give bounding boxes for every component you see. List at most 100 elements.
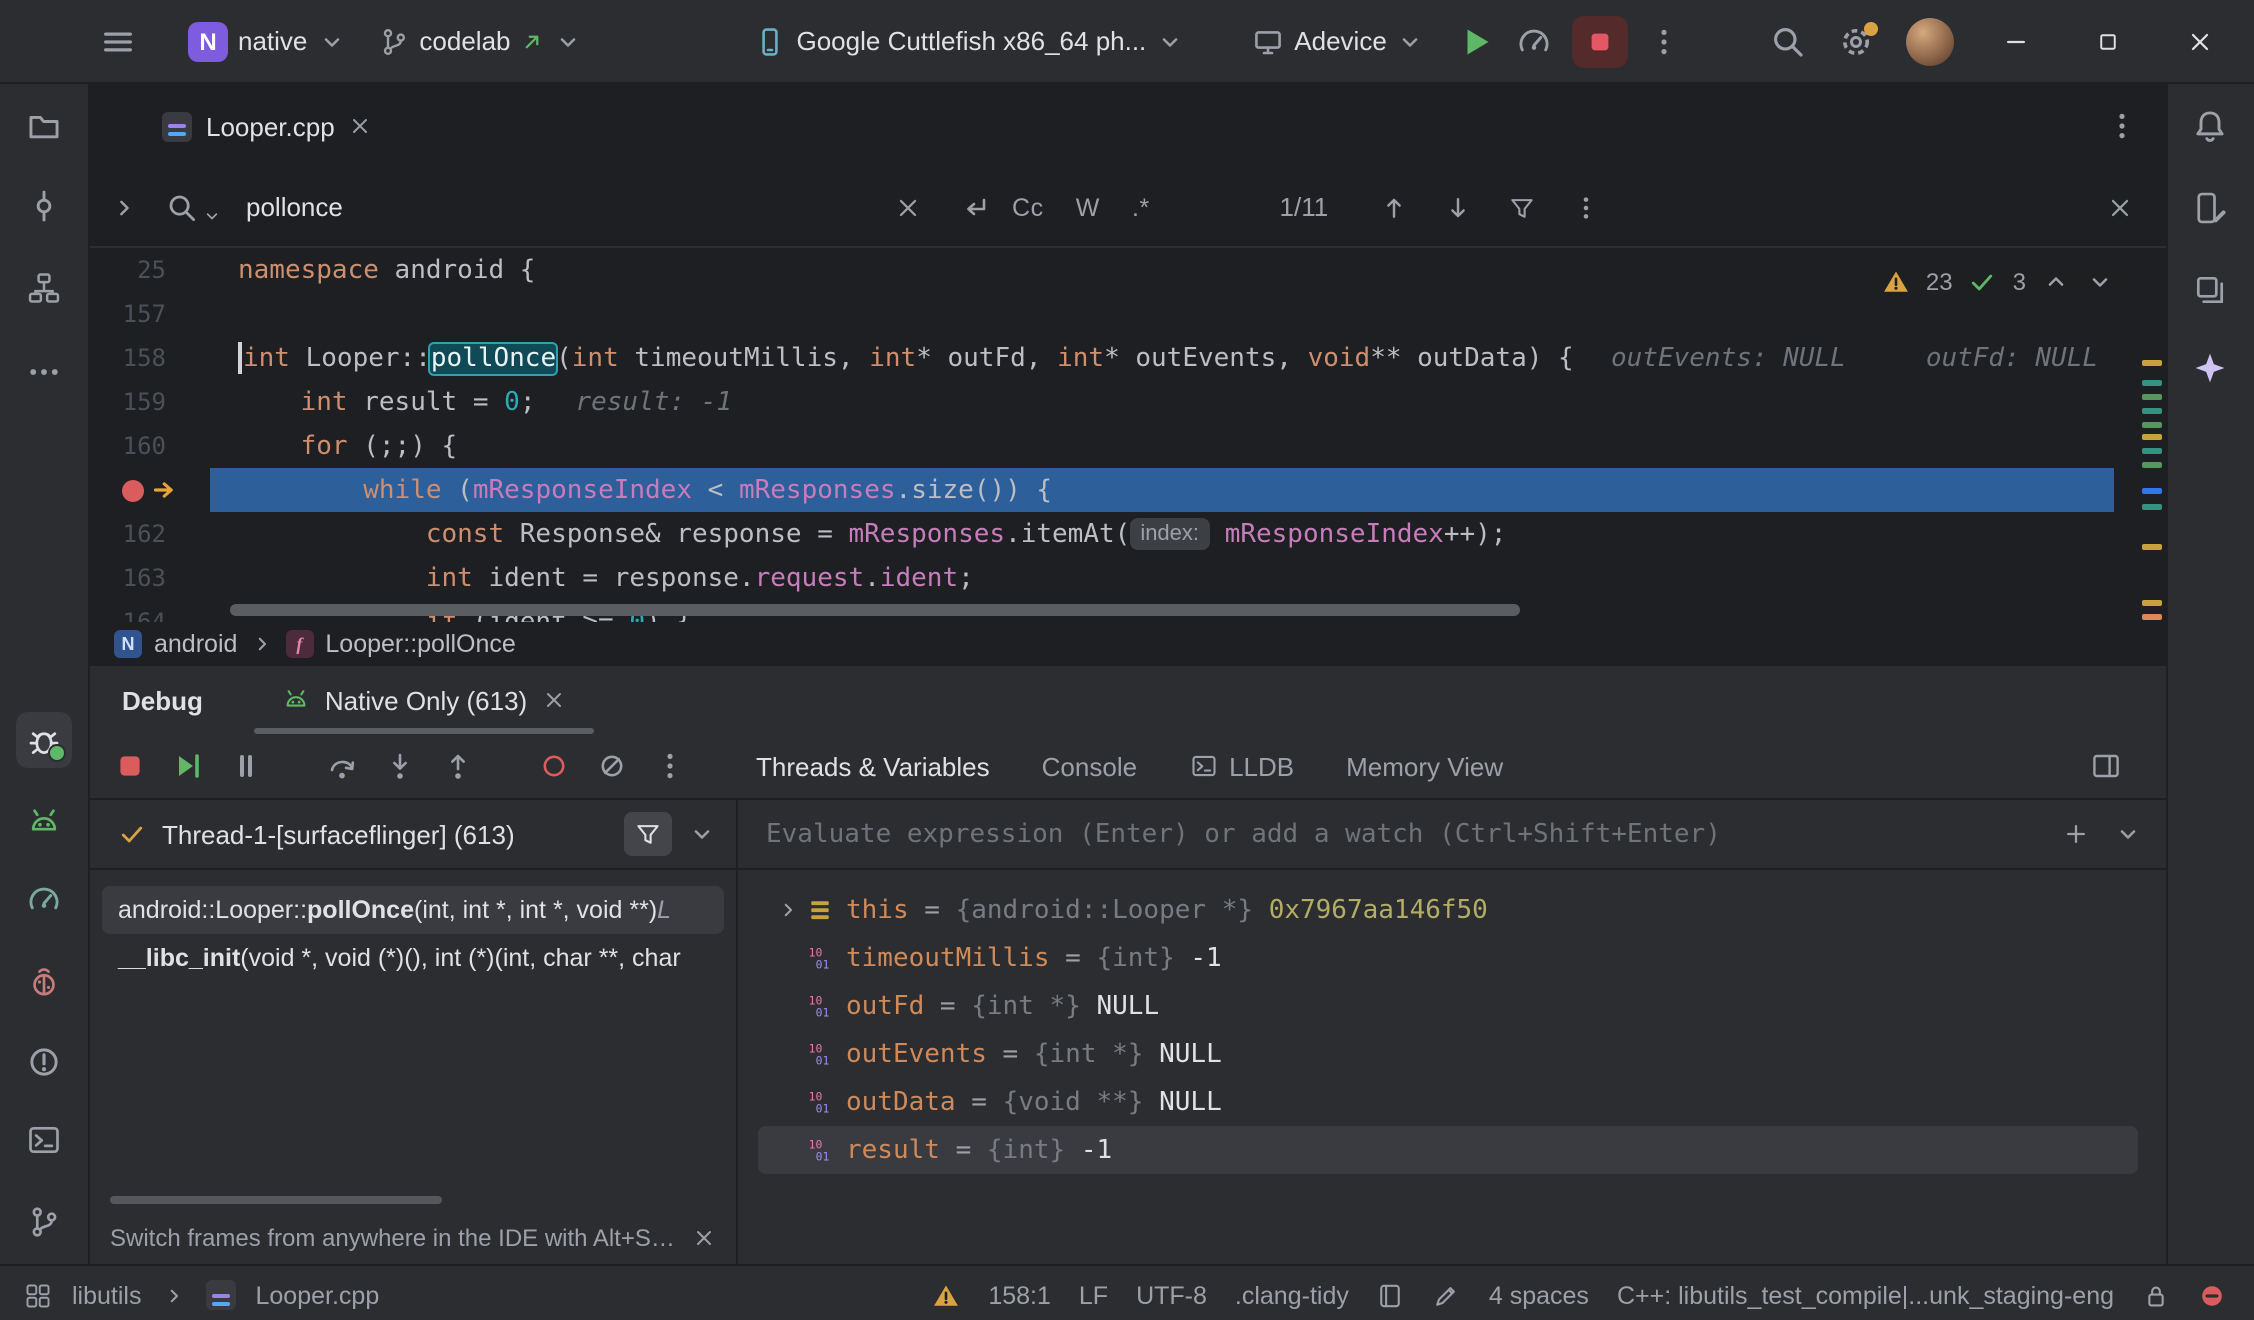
next-match-button[interactable] xyxy=(1432,193,1484,221)
commit-tool-button[interactable] xyxy=(16,178,72,234)
analysis-mark[interactable] xyxy=(2142,380,2162,386)
code-text[interactable]: int Looper::pollOnce(int timeoutMillis, … xyxy=(210,336,2114,380)
next-problem-icon[interactable] xyxy=(2086,268,2114,296)
close-session-icon[interactable] xyxy=(541,688,565,712)
stop-button[interactable] xyxy=(1573,15,1629,67)
tab-console[interactable]: Console xyxy=(1042,751,1137,781)
analysis-mark[interactable] xyxy=(2142,504,2162,510)
step-out-button[interactable] xyxy=(442,750,474,782)
more-tool-windows-button[interactable] xyxy=(16,344,72,400)
search-history-chevron-icon[interactable] xyxy=(202,205,222,225)
gutter-line-number[interactable]: 162 xyxy=(90,520,210,548)
expand-find-icon[interactable] xyxy=(110,193,138,221)
main-menu-icon[interactable] xyxy=(100,23,136,59)
filter-search-button[interactable] xyxy=(1496,193,1548,221)
dismiss-hint-icon[interactable] xyxy=(692,1226,716,1250)
tab-lldb[interactable]: LLDB xyxy=(1189,751,1294,781)
pause-button[interactable] xyxy=(230,750,262,782)
tab-memory-view[interactable]: Memory View xyxy=(1346,751,1503,781)
analysis-mark[interactable] xyxy=(2142,600,2162,606)
breadcrumb-namespace[interactable]: android xyxy=(154,630,237,658)
emulator-tool-button[interactable] xyxy=(16,794,72,850)
settings-button[interactable] xyxy=(1838,23,1874,59)
dnd-mode-icon[interactable] xyxy=(2198,1281,2226,1309)
device-selector[interactable]: Google Cuttlefish x86_64 ph... xyxy=(755,25,1185,57)
view-breakpoints-button[interactable] xyxy=(538,750,570,782)
highlight-level-icon[interactable] xyxy=(1433,1281,1461,1309)
toolchain-widget[interactable]: C++: libutils_test_compile|...unk_stagin… xyxy=(1617,1281,2114,1309)
code-text[interactable]: int result = 0;result: -1 xyxy=(210,380,2114,424)
regex-toggle[interactable]: .* xyxy=(1122,193,1160,221)
run-button[interactable] xyxy=(1457,21,1497,61)
clear-search-icon[interactable] xyxy=(894,193,922,221)
search-options-button[interactable] xyxy=(1560,193,1612,221)
close-find-bar-icon[interactable] xyxy=(2106,193,2134,221)
variable-row[interactable]: outData = {void **} NULL xyxy=(758,1078,2138,1126)
project-tool-button[interactable] xyxy=(16,98,72,154)
horizontal-scrollbar[interactable] xyxy=(230,604,1520,616)
profiler-tool-button[interactable] xyxy=(16,872,72,928)
profiler-button[interactable] xyxy=(1517,23,1553,59)
code-text[interactable]: int ident = response.request.ident; xyxy=(210,556,2114,600)
passed-count[interactable]: 3 xyxy=(2013,268,2026,296)
variable-row[interactable]: result = {int} -1 xyxy=(758,1126,2138,1174)
thread-selector[interactable]: Thread-1-[surfaceflinger] (613) xyxy=(90,800,736,870)
version-control-tool-button[interactable] xyxy=(16,1194,72,1250)
gutter-line-number[interactable]: 158 xyxy=(90,344,210,372)
file-encoding[interactable]: UTF-8 xyxy=(1136,1281,1207,1309)
stop-process-button[interactable] xyxy=(114,750,146,782)
analysis-mark[interactable] xyxy=(2142,448,2162,454)
gutter-line-number[interactable] xyxy=(90,476,210,504)
analysis-stripe[interactable] xyxy=(2138,248,2166,622)
code-text[interactable]: while (mResponseIndex < mResponses.size(… xyxy=(210,468,2114,512)
find-input[interactable]: pollonce xyxy=(246,192,882,222)
expander-chevron-icon[interactable] xyxy=(770,898,806,922)
debug-more-options-icon[interactable] xyxy=(654,750,686,782)
analysis-mark[interactable] xyxy=(2142,488,2162,494)
gutter-line-number[interactable]: 163 xyxy=(90,564,210,592)
gutter-line-number[interactable]: 159 xyxy=(90,388,210,416)
search-icon[interactable] xyxy=(166,191,198,223)
code-text[interactable]: namespace android { xyxy=(210,248,2114,292)
breadcrumb-function[interactable]: Looper::pollOnce xyxy=(325,630,515,658)
gemini-button[interactable] xyxy=(2182,340,2238,396)
close-tab-icon[interactable] xyxy=(349,114,373,138)
analysis-mark[interactable] xyxy=(2142,462,2162,468)
analysis-mark[interactable] xyxy=(2142,422,2162,428)
layout-settings-icon[interactable] xyxy=(2090,750,2122,782)
more-actions-icon[interactable] xyxy=(1649,25,1681,57)
stack-frame[interactable]: __libc_init(void *, void (*)(), int (*)(… xyxy=(102,934,724,982)
analysis-mark[interactable] xyxy=(2142,360,2162,366)
gutter-line-number[interactable]: 164 xyxy=(90,608,210,622)
variable-row[interactable]: outEvents = {int *} NULL xyxy=(758,1030,2138,1078)
breakpoint-icon[interactable] xyxy=(122,479,144,501)
mute-breakpoints-button[interactable] xyxy=(596,750,628,782)
status-module[interactable]: libutils xyxy=(72,1281,142,1309)
analysis-mark[interactable] xyxy=(2142,614,2162,620)
problems-tool-button[interactable] xyxy=(16,1034,72,1090)
code-editor[interactable]: 25namespace android {157158int Looper::p… xyxy=(90,248,2166,622)
previous-match-button[interactable] xyxy=(1368,193,1420,221)
clang-tidy-widget[interactable]: .clang-tidy xyxy=(1235,1281,1349,1309)
newline-icon[interactable] xyxy=(958,191,990,223)
evaluate-expression-bar[interactable]: Evaluate expression (Enter) or add a wat… xyxy=(738,800,2166,870)
maximize-button[interactable] xyxy=(2078,13,2138,69)
project-widget[interactable]: N native xyxy=(188,21,345,61)
minimize-button[interactable] xyxy=(1986,13,2046,69)
frames-scrollbar[interactable] xyxy=(110,1196,442,1204)
prev-problem-icon[interactable] xyxy=(2042,268,2070,296)
code-text[interactable] xyxy=(210,292,2114,336)
analysis-mark[interactable] xyxy=(2142,408,2162,414)
code-text[interactable]: const Response& response = mResponses.it… xyxy=(210,512,2114,556)
step-over-button[interactable] xyxy=(326,750,358,782)
terminal-tool-button[interactable] xyxy=(16,1112,72,1168)
analysis-mark[interactable] xyxy=(2142,544,2162,550)
app-quality-insights-button[interactable] xyxy=(16,954,72,1010)
resume-button[interactable] xyxy=(172,750,204,782)
thread-dropdown-chevron-icon[interactable] xyxy=(688,820,716,848)
notifications-button[interactable] xyxy=(2182,98,2238,154)
caret-position[interactable]: 158:1 xyxy=(988,1281,1051,1309)
variable-row[interactable]: timeoutMillis = {int} -1 xyxy=(758,934,2138,982)
device-manager-button[interactable] xyxy=(2182,180,2238,236)
run-config-selector[interactable]: Adevice xyxy=(1252,25,1425,57)
